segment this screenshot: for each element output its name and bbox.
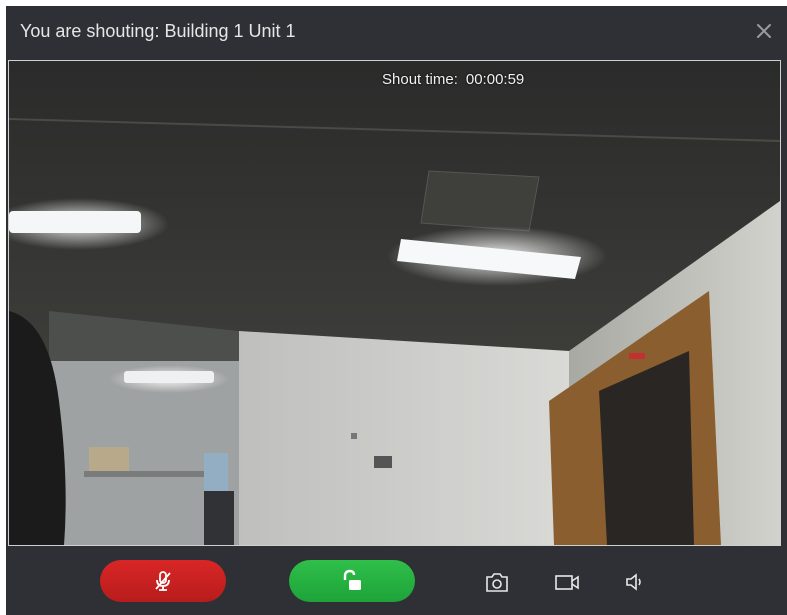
dialog-title: You are shouting: Building 1 Unit 1 (20, 21, 296, 41)
video-record-icon (555, 575, 579, 590)
title-bar: You are shouting: Building 1 Unit 1 (6, 6, 787, 56)
camera-view-image (9, 61, 780, 545)
video-feed: Shout time: 00:00:59 (8, 60, 781, 546)
mute-mic-button[interactable] (100, 560, 226, 602)
snapshot-button[interactable] (482, 568, 512, 596)
control-bar (6, 548, 787, 615)
close-button[interactable] (751, 18, 777, 44)
unlock-door-button[interactable] (289, 560, 415, 602)
shout-time-label: Shout time: (382, 71, 458, 88)
mic-muted-icon (155, 571, 171, 591)
speaker-icon (626, 573, 641, 591)
shout-time-value: 00:00:59 (465, 71, 525, 88)
volume-button[interactable] (620, 568, 650, 596)
unlock-icon (343, 569, 361, 590)
camera-icon (486, 573, 508, 592)
shout-time-readout: Shout time: 00:00:59 (382, 71, 524, 89)
shout-dialog: You are shouting: Building 1 Unit 1 Shou… (6, 6, 787, 615)
record-button[interactable] (552, 568, 582, 596)
close-icon (757, 24, 771, 38)
